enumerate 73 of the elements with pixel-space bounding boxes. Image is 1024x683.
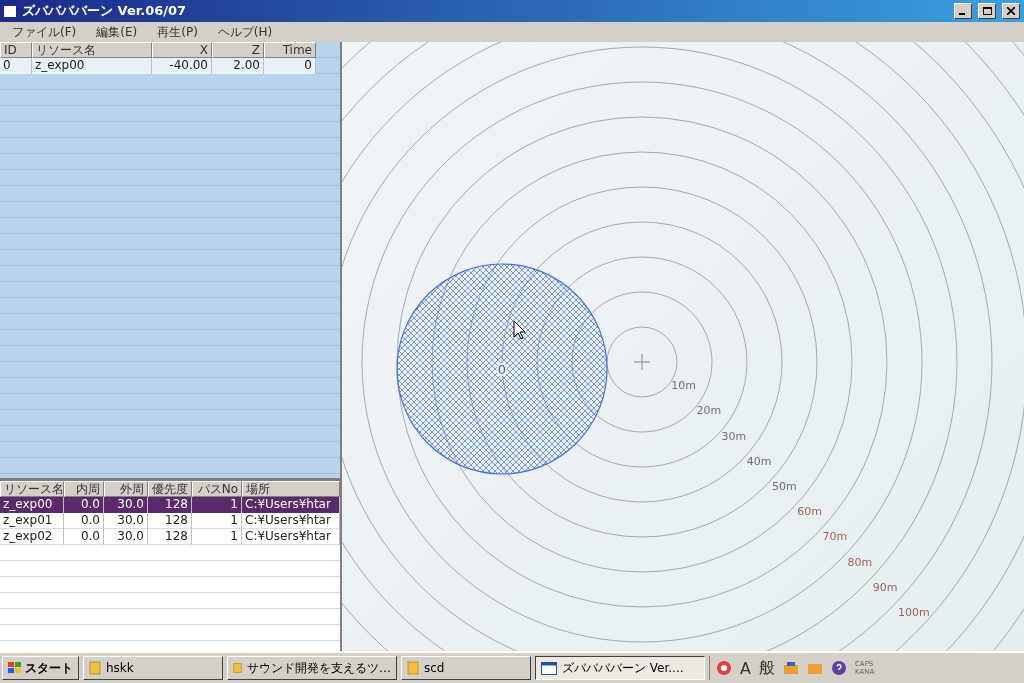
ime-indicator[interactable]: A [740, 658, 751, 678]
table-cell: 0 [0, 58, 32, 74]
ime-indicator[interactable]: 般 [758, 657, 775, 679]
menu-item[interactable]: ファイル(F) [4, 23, 85, 41]
folder-icon [407, 661, 419, 675]
table-cell[interactable]: z_exp01 [0, 513, 64, 529]
column-header[interactable]: リソース名 [0, 481, 64, 497]
table-cell: z_exp00 [32, 58, 152, 74]
ring-label: 80m [847, 555, 873, 569]
column-header[interactable]: ID [0, 42, 32, 58]
window-title: ズババババーン Ver.06/07 [22, 2, 188, 20]
table-cell[interactable]: z_exp02 [0, 529, 64, 545]
column-header[interactable]: X [152, 42, 212, 58]
media-player-icon[interactable] [716, 660, 732, 676]
taskbar-button[interactable]: hskk [83, 656, 223, 680]
ring-label: 10m [671, 379, 696, 393]
table-cell[interactable]: 0.0 [64, 513, 104, 529]
table-cell: -40.00 [152, 58, 212, 74]
column-header[interactable]: 内周 [64, 481, 104, 497]
table-cell[interactable]: 0.0 [64, 529, 104, 545]
folder-icon [89, 661, 101, 675]
taskbar-button[interactable]: scd [401, 656, 531, 680]
ring-label: 30m [721, 429, 747, 443]
table-cell: 2.00 [212, 58, 264, 74]
start-button[interactable]: スタート [2, 656, 79, 680]
ring-label: 20m [696, 404, 722, 418]
menu-item[interactable]: 再生(P) [149, 23, 206, 41]
table-cell[interactable]: 1 [192, 497, 242, 513]
mouse-cursor-icon [513, 320, 526, 340]
app-icon [4, 5, 16, 17]
ring-label: 40m [746, 454, 772, 468]
table-cell[interactable]: 30.0 [104, 497, 148, 513]
table-cell[interactable]: z_exp00 [0, 497, 64, 513]
close-icon [1007, 7, 1015, 15]
menu-item[interactable]: ヘルプ(H) [209, 23, 281, 41]
table-cell[interactable]: 30.0 [104, 529, 148, 545]
taskbar-button[interactable]: サウンド開発を支えるツ… [227, 656, 397, 680]
minimize-button[interactable] [954, 3, 972, 19]
ring-label: 90m [872, 580, 898, 594]
sound-source-area[interactable] [396, 263, 608, 475]
column-header[interactable]: 外周 [104, 481, 148, 497]
toolbox-icon[interactable] [782, 660, 799, 676]
column-header[interactable]: 場所 [242, 481, 340, 497]
help-icon[interactable] [830, 660, 847, 676]
window-icon [541, 661, 557, 675]
ring-label: 50m [772, 480, 797, 493]
column-header[interactable]: Time [264, 42, 316, 58]
table-cell[interactable]: C:¥Users¥htar [242, 529, 340, 545]
table-cell[interactable]: 128 [148, 529, 192, 545]
menu-item[interactable]: 編集(E) [88, 23, 146, 41]
table-cell[interactable]: 128 [148, 497, 192, 513]
center-cross-icon [633, 353, 651, 371]
ring-label: 60m [797, 505, 822, 519]
table-cell[interactable]: 128 [148, 513, 192, 529]
table-cell[interactable]: C:¥Users¥htar [242, 513, 340, 529]
maximize-icon [982, 7, 992, 15]
column-header[interactable]: パスNo [192, 481, 242, 497]
table-cell[interactable]: C:¥Users¥htar [242, 497, 340, 513]
table-cell[interactable]: 1 [192, 529, 242, 545]
column-header[interactable]: Z [212, 42, 264, 58]
table-cell[interactable]: 1 [192, 513, 242, 529]
table-cell[interactable]: 0.0 [64, 497, 104, 513]
close-button[interactable] [1002, 3, 1020, 19]
table-cell: 0 [264, 58, 316, 74]
ring-label: 70m [822, 530, 848, 544]
column-header[interactable]: 優先度 [148, 481, 192, 497]
maximize-button[interactable] [978, 3, 996, 19]
table-cell[interactable]: 30.0 [104, 513, 148, 529]
column-header[interactable]: リソース名 [32, 42, 152, 58]
taskbar-button[interactable]: ズババババーン Ver.... [535, 656, 705, 680]
folder-icon [233, 661, 242, 675]
windows-logo-icon [8, 662, 22, 674]
ring-label: 100m [898, 606, 930, 619]
